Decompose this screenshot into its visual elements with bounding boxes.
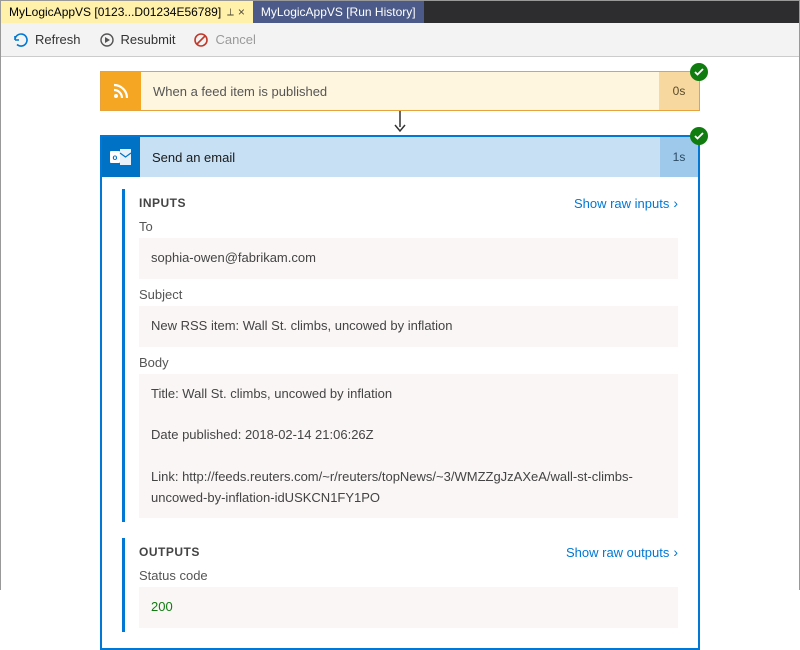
cancel-button: Cancel xyxy=(193,32,255,48)
tab-run-history[interactable]: MyLogicAppVS [Run History] xyxy=(253,1,424,23)
show-raw-inputs-link[interactable]: Show raw inputs › xyxy=(574,195,678,211)
tab-label: MyLogicAppVS [0123...D01234E56789] xyxy=(9,5,221,19)
tab-label: MyLogicAppVS [Run History] xyxy=(261,5,416,19)
inputs-section: INPUTS Show raw inputs › To sophia-owen@… xyxy=(122,189,678,522)
outlook-icon: o xyxy=(102,137,140,177)
body-line: Title: Wall St. climbs, uncowed by infla… xyxy=(151,384,666,405)
trigger-card[interactable]: When a feed item is published 0s xyxy=(100,71,700,111)
cancel-icon xyxy=(193,32,209,48)
rss-icon xyxy=(101,72,141,110)
to-value: sophia-owen@fabrikam.com xyxy=(139,238,678,279)
resubmit-label: Resubmit xyxy=(121,32,176,47)
refresh-button[interactable]: Refresh xyxy=(13,32,81,48)
action-duration: 1s xyxy=(660,137,698,177)
body-line: Link: http://feeds.reuters.com/~r/reuter… xyxy=(151,467,666,509)
inputs-title: INPUTS xyxy=(139,196,186,210)
tab-run-details[interactable]: MyLogicAppVS [0123...D01234E56789] ⟂ × xyxy=(1,1,253,23)
toolbar: Refresh Resubmit Cancel xyxy=(1,23,799,57)
svg-text:o: o xyxy=(113,153,118,162)
action-title: Send an email xyxy=(140,137,660,177)
action-body: INPUTS Show raw inputs › To sophia-owen@… xyxy=(102,177,698,632)
refresh-icon xyxy=(13,32,29,48)
pin-icon[interactable]: ⟂ xyxy=(227,7,234,18)
action-header[interactable]: o Send an email 1s xyxy=(102,137,698,177)
tab-strip: MyLogicAppVS [0123...D01234E56789] ⟂ × M… xyxy=(1,1,799,23)
action-card[interactable]: o Send an email 1s INPUTS Show raw input… xyxy=(100,135,700,650)
status-code-value: 200 xyxy=(139,587,678,628)
subject-value: New RSS item: Wall St. climbs, uncowed b… xyxy=(139,306,678,347)
show-raw-outputs-label: Show raw outputs xyxy=(566,545,669,560)
to-label: To xyxy=(139,219,678,234)
status-badge-success xyxy=(690,127,708,145)
refresh-label: Refresh xyxy=(35,32,81,47)
cancel-label: Cancel xyxy=(215,32,255,47)
outputs-section: OUTPUTS Show raw outputs › Status code 2… xyxy=(122,538,678,632)
resubmit-icon xyxy=(99,32,115,48)
connector-arrow xyxy=(1,111,799,135)
body-value: Title: Wall St. climbs, uncowed by infla… xyxy=(139,374,678,519)
outputs-title: OUTPUTS xyxy=(139,545,200,559)
body-label: Body xyxy=(139,355,678,370)
close-icon[interactable]: × xyxy=(238,5,245,19)
trigger-title: When a feed item is published xyxy=(141,72,659,110)
show-raw-inputs-label: Show raw inputs xyxy=(574,196,669,211)
status-code-label: Status code xyxy=(139,568,678,583)
show-raw-outputs-link[interactable]: Show raw outputs › xyxy=(566,544,678,560)
body-line: Date published: 2018-02-14 21:06:26Z xyxy=(151,425,666,446)
resubmit-button[interactable]: Resubmit xyxy=(99,32,176,48)
chevron-right-icon: › xyxy=(673,195,678,211)
status-badge-success xyxy=(690,63,708,81)
subject-label: Subject xyxy=(139,287,678,302)
chevron-right-icon: › xyxy=(673,544,678,560)
designer-canvas: When a feed item is published 0s o Send … xyxy=(1,57,799,650)
